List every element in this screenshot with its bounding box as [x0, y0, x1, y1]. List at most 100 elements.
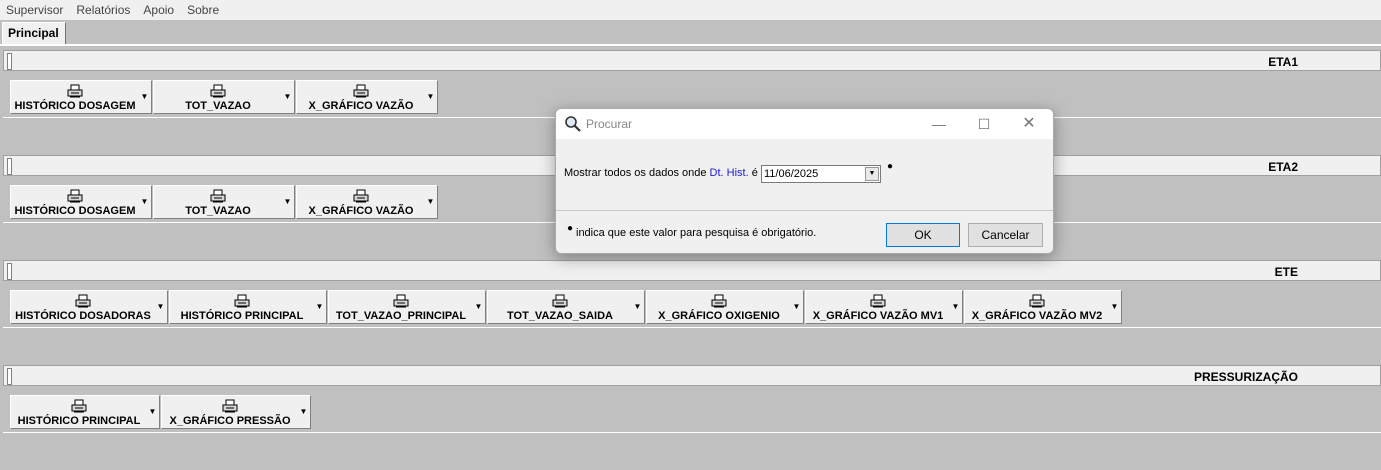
- section-header: ETE: [3, 260, 1381, 281]
- report-button-label: X_GRÁFICO VAZÃO MV2: [971, 310, 1103, 322]
- report-button-main[interactable]: X_GRÁFICO PRESSÃO: [162, 396, 298, 428]
- dropdown-arrow-icon[interactable]: ▼: [1108, 291, 1121, 323]
- printer-icon: [711, 294, 727, 308]
- date-value: 11/06/2025: [764, 168, 819, 180]
- report-button[interactable]: HISTÓRICO PRINCIPAL ▼: [169, 290, 327, 324]
- report-button-main[interactable]: TOT_VAZAO_SAIDA: [488, 291, 632, 323]
- printer-icon: [210, 84, 226, 98]
- printer-icon: [1029, 294, 1045, 308]
- section-header: PRESSURIZAÇÃO: [3, 365, 1381, 386]
- menu-supervisor[interactable]: Supervisor: [0, 3, 70, 17]
- dropdown-arrow-icon[interactable]: ▼: [424, 186, 437, 218]
- report-button[interactable]: TOT_VAZAO ▼: [153, 80, 295, 114]
- report-button-label: TOT_VAZAO: [185, 100, 251, 112]
- tab-principal[interactable]: Principal: [2, 22, 66, 44]
- prompt-text: Mostrar todos os dados onde: [564, 167, 707, 179]
- printer-icon: [393, 294, 409, 308]
- date-field[interactable]: 11/06/2025 ▼: [761, 165, 881, 183]
- dropdown-arrow-icon[interactable]: ▼: [138, 186, 151, 218]
- printer-icon: [870, 294, 886, 308]
- required-note: indica que este valor para pesquisa é ob…: [576, 227, 817, 239]
- report-button-main[interactable]: HISTÓRICO PRINCIPAL: [11, 396, 147, 428]
- required-legend-dot-icon: ●: [567, 223, 574, 234]
- grip-handle[interactable]: [7, 53, 12, 70]
- report-button-main[interactable]: TOT_VAZAO_PRINCIPAL: [329, 291, 473, 323]
- report-button[interactable]: X_GRÁFICO VAZÃO ▼: [296, 80, 438, 114]
- field-name: Dt. Hist.: [709, 167, 749, 179]
- dropdown-arrow-icon[interactable]: ▼: [281, 81, 294, 113]
- report-button-main[interactable]: HISTÓRICO PRINCIPAL: [170, 291, 314, 323]
- report-button-label: TOT_VAZAO_PRINCIPAL: [335, 310, 467, 322]
- report-button-label: X_GRÁFICO PRESSÃO: [169, 415, 291, 427]
- report-button[interactable]: X_GRÁFICO VAZÃO MV1 ▼: [805, 290, 963, 324]
- dialog-title: Procurar: [586, 117, 633, 131]
- close-icon[interactable]: ✕: [1015, 114, 1043, 134]
- printer-icon: [222, 399, 238, 413]
- ok-button[interactable]: OK: [886, 223, 960, 247]
- report-button[interactable]: X_GRÁFICO PRESSÃO ▼: [161, 395, 311, 429]
- dropdown-arrow-icon[interactable]: ▼: [472, 291, 485, 323]
- report-button[interactable]: X_GRÁFICO VAZÃO ▼: [296, 185, 438, 219]
- dropdown-arrow-icon[interactable]: ▼: [424, 81, 437, 113]
- report-button-label: HISTÓRICO PRINCIPAL: [17, 415, 141, 427]
- menu-bar: Supervisor Relatórios Apoio Sobre: [0, 0, 1381, 20]
- dropdown-arrow-icon[interactable]: ▼: [313, 291, 326, 323]
- printer-icon: [353, 84, 369, 98]
- report-button[interactable]: HISTÓRICO DOSAGEM ▼: [10, 185, 152, 219]
- report-button-main[interactable]: X_GRÁFICO VAZÃO: [297, 81, 425, 113]
- dropdown-arrow-icon[interactable]: ▼: [790, 291, 803, 323]
- report-button-main[interactable]: HISTÓRICO DOSADORAS: [11, 291, 155, 323]
- menu-relatorios[interactable]: Relatórios: [70, 3, 137, 17]
- minimize-icon[interactable]: —: [925, 114, 953, 134]
- report-button[interactable]: X_GRÁFICO OXIGENIO ▼: [646, 290, 804, 324]
- grip-handle[interactable]: [7, 368, 12, 385]
- dialog-divider: [556, 210, 1053, 211]
- report-button-main[interactable]: X_GRÁFICO OXIGENIO: [647, 291, 791, 323]
- grip-handle[interactable]: [7, 263, 12, 280]
- report-button[interactable]: TOT_VAZAO ▼: [153, 185, 295, 219]
- chevron-down-icon[interactable]: ▼: [865, 167, 879, 181]
- report-button-main[interactable]: X_GRÁFICO VAZÃO MV2: [965, 291, 1109, 323]
- section-header: ETA1: [3, 50, 1381, 71]
- report-button-main[interactable]: X_GRÁFICO VAZÃO MV1: [806, 291, 950, 323]
- section-ete: ETE HISTÓRICO DOSADORAS ▼ HISTÓRICO PRINCIP…: [3, 260, 1381, 362]
- report-button[interactable]: TOT_VAZAO_SAIDA ▼: [487, 290, 645, 324]
- report-button-label: HISTÓRICO DOSAGEM: [14, 205, 136, 217]
- dropdown-arrow-icon[interactable]: ▼: [281, 186, 294, 218]
- report-button[interactable]: X_GRÁFICO VAZÃO MV2 ▼: [964, 290, 1122, 324]
- report-button[interactable]: HISTÓRICO PRINCIPAL ▼: [10, 395, 160, 429]
- cancel-button[interactable]: Cancelar: [968, 223, 1043, 247]
- grip-handle[interactable]: [7, 158, 12, 175]
- section-body: [3, 432, 1381, 467]
- menu-sobre[interactable]: Sobre: [181, 3, 226, 17]
- section-title: ETA1: [1268, 55, 1298, 69]
- dropdown-arrow-icon[interactable]: ▼: [154, 291, 167, 323]
- report-button-main[interactable]: TOT_VAZAO: [154, 186, 282, 218]
- required-dot-icon: ●: [887, 161, 894, 172]
- report-button-label: HISTÓRICO DOSADORAS: [15, 310, 151, 322]
- dialog-titlebar[interactable]: Procurar — ☐ ✕: [556, 109, 1053, 139]
- section-body: [3, 327, 1381, 362]
- printer-icon: [67, 84, 83, 98]
- search-dialog: Procurar — ☐ ✕ Mostrar todos os dados on…: [555, 108, 1054, 254]
- report-button-main[interactable]: HISTÓRICO DOSAGEM: [11, 186, 139, 218]
- report-button-main[interactable]: HISTÓRICO DOSAGEM: [11, 81, 139, 113]
- section-title: ETE: [1274, 265, 1298, 279]
- report-button-label: HISTÓRICO DOSAGEM: [14, 100, 136, 112]
- menu-apoio[interactable]: Apoio: [137, 3, 181, 17]
- report-button-label: X_GRÁFICO VAZÃO: [308, 205, 414, 217]
- dropdown-arrow-icon[interactable]: ▼: [146, 396, 159, 428]
- maximize-icon[interactable]: ☐: [970, 114, 998, 134]
- dropdown-arrow-icon[interactable]: ▼: [949, 291, 962, 323]
- report-button-main[interactable]: TOT_VAZAO: [154, 81, 282, 113]
- report-button[interactable]: TOT_VAZAO_PRINCIPAL ▼: [328, 290, 486, 324]
- report-button-main[interactable]: X_GRÁFICO VAZÃO: [297, 186, 425, 218]
- dropdown-arrow-icon[interactable]: ▼: [297, 396, 310, 428]
- report-button[interactable]: HISTÓRICO DOSADORAS ▼: [10, 290, 168, 324]
- dropdown-arrow-icon[interactable]: ▼: [138, 81, 151, 113]
- section-title: ETA2: [1268, 160, 1298, 174]
- search-icon: [565, 116, 581, 132]
- dropdown-arrow-icon[interactable]: ▼: [631, 291, 644, 323]
- report-button-label: X_GRÁFICO VAZÃO MV1: [812, 310, 944, 322]
- report-button[interactable]: HISTÓRICO DOSAGEM ▼: [10, 80, 152, 114]
